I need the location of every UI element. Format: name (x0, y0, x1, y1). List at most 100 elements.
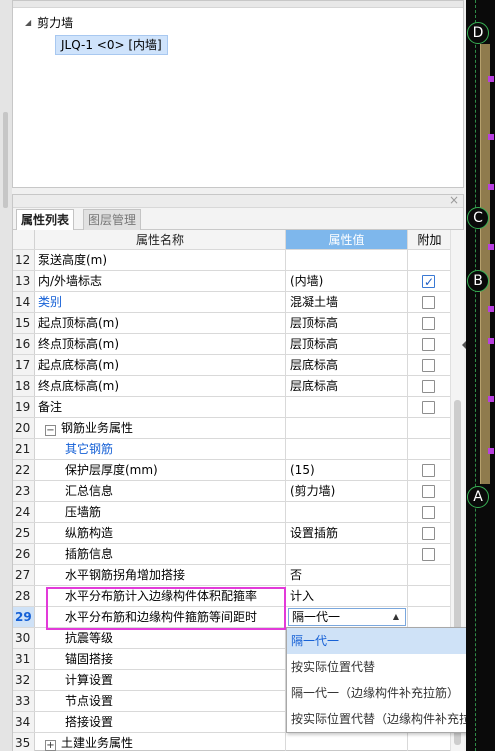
table-row[interactable]: 27 水平钢筋拐角增加搭接 否 (13, 565, 451, 586)
expand-arrow-icon[interactable]: ◢ (25, 18, 31, 27)
extra-cell (408, 397, 451, 417)
table-row[interactable]: 16 终点顶标高(m) 层顶标高 (13, 334, 451, 355)
checkbox-unchecked[interactable] (422, 485, 435, 498)
tab-property-list[interactable]: 属性列表 (16, 209, 75, 230)
row-number: 22 (13, 460, 35, 480)
row-number: 15 (13, 313, 35, 333)
table-row[interactable]: 29 水平分布筋和边缘构件箍筋等间距时 隔一代一 ▲ (13, 607, 451, 628)
canvas-grid-line (475, 0, 476, 751)
property-value[interactable]: 层顶标高 (286, 313, 408, 333)
property-value[interactable] (286, 544, 408, 564)
checkbox-unchecked[interactable] (422, 380, 435, 393)
table-row[interactable]: 23 汇总信息 (剪力墙) (13, 481, 451, 502)
checkbox-unchecked[interactable] (422, 506, 435, 519)
table-row[interactable]: 15 起点顶标高(m) 层顶标高 (13, 313, 451, 334)
property-value[interactable]: (内墙) (286, 271, 408, 291)
property-value[interactable] (286, 439, 408, 459)
checkbox-unchecked[interactable] (422, 296, 435, 309)
property-value[interactable]: (15) (286, 460, 408, 480)
table-row[interactable]: 24 压墙筋 (13, 502, 451, 523)
dropdown-selected-text: 隔一代一 (292, 610, 341, 624)
table-row[interactable]: 28 水平分布筋计入边缘构件体积配箍率 计入 (13, 586, 451, 607)
left-scroll-strip[interactable] (0, 0, 12, 751)
table-row[interactable]: 21 其它钢筋 (13, 439, 451, 460)
tree-leaf-jlq1[interactable]: JLQ-1 <0> [内墙] (55, 35, 168, 55)
property-value[interactable]: 计入 (286, 586, 408, 606)
canvas-wall-shape (480, 44, 490, 484)
property-name: 泵送高度(m) (35, 250, 286, 270)
caret-up-icon[interactable]: ▲ (393, 609, 399, 625)
canvas-vertex-marker (488, 184, 494, 190)
table-row[interactable]: 26 插筋信息 (13, 544, 451, 565)
dropdown-option[interactable]: 隔一代一（边缘构件补充拉筋） (287, 680, 494, 706)
property-name-text: 类别 (38, 295, 63, 309)
property-name-text: 终点底标高(m) (38, 379, 120, 393)
property-value[interactable] (286, 733, 408, 751)
property-name-text: 土建业务属性 (61, 736, 134, 750)
property-name-text: 抗震等级 (65, 631, 114, 645)
canvas-vertex-marker (488, 134, 494, 140)
property-name: 压墙筋 (35, 502, 286, 522)
property-value[interactable] (286, 397, 408, 417)
property-panel-header: × (13, 193, 463, 208)
extra-cell (408, 250, 451, 270)
property-name: 插筋信息 (35, 544, 286, 564)
extra-cell (408, 439, 451, 459)
table-row[interactable]: 12 泵送高度(m) (13, 250, 451, 271)
dropdown-option[interactable]: 按实际位置代替（边缘构件补充拉筋） (287, 706, 494, 732)
dropdown-option[interactable]: 隔一代一 (287, 628, 494, 654)
property-name: 起点顶标高(m) (35, 313, 286, 333)
expand-plus-icon[interactable]: + (45, 740, 56, 751)
property-value[interactable] (286, 250, 408, 270)
property-value[interactable]: 层底标高 (286, 355, 408, 375)
property-value[interactable] (286, 502, 408, 522)
tree-node-label: 剪力墙 (37, 15, 74, 30)
property-name-text: 起点底标高(m) (38, 358, 120, 372)
checkbox-unchecked[interactable] (422, 401, 435, 414)
property-value[interactable]: 设置插筋 (286, 523, 408, 543)
table-row[interactable]: 22 保护层厚度(mm) (15) (13, 460, 451, 481)
left-scroll-thumb[interactable] (3, 112, 8, 208)
tab-layer-manager[interactable]: 图层管理 (83, 209, 142, 230)
checkbox-unchecked[interactable] (422, 527, 435, 540)
property-value[interactable]: 层底标高 (286, 376, 408, 396)
table-row[interactable]: 17 起点底标高(m) 层底标高 (13, 355, 451, 376)
row-number: 33 (13, 691, 35, 711)
checkbox-unchecked[interactable] (422, 338, 435, 351)
property-value[interactable]: (剪力墙) (286, 481, 408, 501)
dropdown-option[interactable]: 按实际位置代替 (287, 654, 494, 680)
tree-node-shear-wall[interactable]: ◢ 剪力墙 (25, 13, 73, 31)
close-icon[interactable]: × (449, 193, 459, 207)
property-name-text: 计算设置 (65, 673, 114, 687)
row-number: 17 (13, 355, 35, 375)
checkbox-checked[interactable] (422, 272, 435, 291)
property-tabs: 属性列表 图层管理 (13, 208, 463, 230)
property-name-text: 备注 (38, 400, 63, 414)
checkbox-unchecked[interactable] (422, 464, 435, 477)
property-name: 保护层厚度(mm) (35, 460, 286, 480)
extra-cell (408, 586, 451, 606)
row-number: 30 (13, 628, 35, 648)
property-value[interactable]: 隔一代一 ▲ (286, 607, 408, 627)
property-name-text: 纵筋构造 (65, 526, 114, 540)
property-value[interactable]: 层顶标高 (286, 334, 408, 354)
canvas-vertex-marker (488, 244, 494, 250)
drawing-canvas[interactable]: D C B A (466, 0, 495, 751)
table-row[interactable]: 14 类别 混凝土墙 (13, 292, 451, 313)
table-row[interactable]: 18 终点底标高(m) 层底标高 (13, 376, 451, 397)
property-value[interactable]: 混凝土墙 (286, 292, 408, 312)
table-row[interactable]: 13 内/外墙标志 (内墙) (13, 271, 451, 292)
property-value[interactable] (286, 418, 408, 438)
row-number: 24 (13, 502, 35, 522)
value-dropdown[interactable]: 隔一代一 ▲ (288, 608, 406, 626)
collapse-minus-icon[interactable]: − (45, 425, 56, 436)
checkbox-unchecked[interactable] (422, 317, 435, 330)
property-value[interactable]: 否 (286, 565, 408, 585)
table-row[interactable]: 20− 钢筋业务属性 (13, 418, 451, 439)
table-row[interactable]: 19 备注 (13, 397, 451, 418)
table-row[interactable]: 25 纵筋构造 设置插筋 (13, 523, 451, 544)
table-row[interactable]: 35 + 土建业务属性 (13, 733, 451, 751)
checkbox-unchecked[interactable] (422, 359, 435, 372)
canvas-vertex-marker (488, 306, 494, 312)
checkbox-unchecked[interactable] (422, 548, 435, 561)
